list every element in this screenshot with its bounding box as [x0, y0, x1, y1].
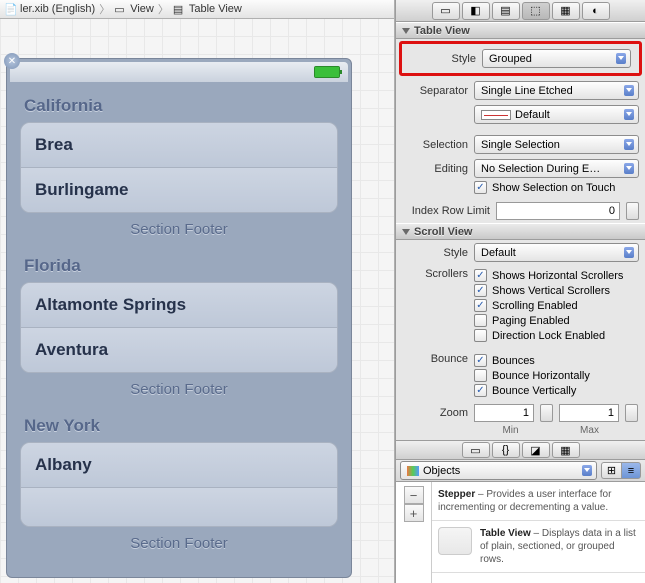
stepper-icon[interactable] — [625, 404, 638, 422]
library-view-toggle: ⊞ ≡ — [601, 462, 641, 479]
quickhelp-tab[interactable]: ◧ — [462, 2, 490, 20]
stepper-icon[interactable] — [540, 404, 553, 422]
library-tab-bar: ▭ {} ◪ ▦ — [396, 440, 645, 460]
table-view-preview[interactable]: California Brea Burlingame Section Foote… — [10, 82, 348, 574]
objects-tab[interactable]: ◪ — [522, 442, 550, 458]
label-selection: Selection — [402, 139, 468, 151]
hscrollers-checkbox[interactable]: ✓ — [474, 269, 487, 282]
view-icon: ▭ — [114, 3, 126, 15]
battery-icon — [314, 66, 340, 78]
show-selection-checkbox[interactable]: ✓ — [474, 181, 487, 194]
identity-tab[interactable]: ▤ — [492, 2, 520, 20]
file-templates-tab[interactable]: ▭ — [462, 442, 490, 458]
inspector-pane: ▭ ◧ ▤ ⬚ ▦ ◐ Table View Style Grouped Sep… — [395, 0, 645, 583]
objects-icon — [407, 466, 419, 476]
disclosure-triangle-icon — [402, 229, 410, 235]
size-tab[interactable]: ▦ — [552, 2, 580, 20]
library-filter-popup[interactable]: Objects — [400, 461, 597, 480]
bounceh-checkbox[interactable] — [474, 369, 487, 382]
minus-button[interactable]: − — [404, 486, 424, 504]
section-footer: Section Footer — [10, 527, 348, 556]
section-header: New York — [10, 402, 348, 442]
show-selection-label: Show Selection on Touch — [492, 182, 615, 194]
list-view-button[interactable]: ≡ — [621, 462, 641, 479]
table-cell[interactable]: Brea — [21, 123, 337, 168]
label-zoom: Zoom — [402, 407, 468, 419]
inspector-tab-bar: ▭ ◧ ▤ ⬚ ▦ ◐ — [396, 0, 645, 22]
plus-button[interactable]: + — [404, 504, 424, 522]
style-popup[interactable]: Grouped — [482, 49, 631, 68]
selection-popup[interactable]: Single Selection — [474, 135, 639, 154]
label-separator: Separator — [402, 85, 468, 97]
scrolling-checkbox[interactable]: ✓ — [474, 299, 487, 312]
file-icon: 📄 — [4, 3, 16, 15]
media-tab[interactable]: ▦ — [552, 442, 580, 458]
label-style: Style — [410, 53, 476, 65]
section-scrollview[interactable]: Scroll View — [396, 223, 645, 240]
separator-popup[interactable]: Single Line Etched — [474, 81, 639, 100]
label-editing: Editing — [402, 163, 468, 175]
bounces-checkbox[interactable]: ✓ — [474, 354, 487, 367]
chevron-right-icon: 〉 — [99, 1, 110, 17]
device-preview[interactable]: ✕ California Brea Burlingame Section Foo… — [6, 58, 352, 578]
style-row-highlight: Style Grouped — [399, 41, 642, 76]
canvas-pane: 📄 ler.xib (English) 〉 ▭ View 〉 ▤ Table V… — [0, 0, 395, 583]
file-inspector-tab[interactable]: ▭ — [432, 2, 460, 20]
max-sublabel: Max — [553, 425, 626, 436]
library-body: − + Stepper – Provides a user interface … — [396, 482, 645, 583]
library-filter-bar: Objects ⊞ ≡ — [396, 460, 645, 482]
table-cell[interactable]: Burlingame — [21, 168, 337, 212]
connections-tab[interactable]: ◐ — [582, 2, 610, 20]
section-header: California — [10, 82, 348, 122]
table-group: Altamonte Springs Aventura — [20, 282, 338, 373]
min-sublabel: Min — [474, 425, 547, 436]
disclosure-triangle-icon — [402, 28, 410, 34]
stepper-icon[interactable] — [626, 202, 639, 220]
status-bar — [10, 62, 348, 82]
breadcrumb-view[interactable]: View — [130, 3, 154, 15]
table-cell[interactable]: Altamonte Springs — [21, 283, 337, 328]
code-snippets-tab[interactable]: {} — [492, 442, 520, 458]
section-tableview[interactable]: Table View — [396, 22, 645, 39]
label-bounce: Bounce — [402, 353, 468, 365]
table-icon: ▤ — [173, 3, 185, 15]
label-sv-style: Style — [402, 247, 468, 259]
label-index-row-limit: Index Row Limit — [402, 205, 490, 217]
zoom-max-field[interactable] — [559, 404, 619, 422]
dirlock-checkbox[interactable] — [474, 329, 487, 342]
paging-checkbox[interactable] — [474, 314, 487, 327]
label-scrollers: Scrollers — [402, 268, 468, 280]
separator-color-popup[interactable]: Default — [474, 105, 639, 124]
color-swatch-icon — [481, 110, 511, 120]
section-footer: Section Footer — [10, 373, 348, 402]
editing-popup[interactable]: No Selection During E… — [474, 159, 639, 178]
library-plus-minus: − + — [396, 482, 432, 583]
library-item-stepper[interactable]: Stepper – Provides a user interface for … — [432, 482, 645, 521]
breadcrumb-file[interactable]: ler.xib (English) — [20, 3, 95, 15]
bouncev-checkbox[interactable]: ✓ — [474, 384, 487, 397]
table-cell[interactable]: Aventura — [21, 328, 337, 372]
table-cell[interactable]: Albany — [21, 443, 337, 488]
section-footer: Section Footer — [10, 213, 348, 242]
table-group: Albany — [20, 442, 338, 527]
breadcrumb-tableview[interactable]: Table View — [189, 3, 242, 15]
table-cell[interactable] — [21, 488, 337, 526]
grid-view-button[interactable]: ⊞ — [601, 462, 621, 479]
breadcrumb[interactable]: 📄 ler.xib (English) 〉 ▭ View 〉 ▤ Table V… — [0, 0, 394, 19]
zoom-min-field[interactable] — [474, 404, 534, 422]
section-header: Florida — [10, 242, 348, 282]
sv-style-popup[interactable]: Default — [474, 243, 639, 262]
table-group: Brea Burlingame — [20, 122, 338, 213]
library-item-tableview[interactable]: Table View – Displays data in a list of … — [432, 521, 645, 573]
close-icon[interactable]: ✕ — [4, 53, 20, 69]
attributes-tab[interactable]: ⬚ — [522, 2, 550, 20]
index-row-limit-field[interactable] — [496, 202, 620, 220]
vscrollers-checkbox[interactable]: ✓ — [474, 284, 487, 297]
tableview-thumb-icon — [438, 527, 472, 555]
chevron-right-icon: 〉 — [158, 1, 169, 17]
